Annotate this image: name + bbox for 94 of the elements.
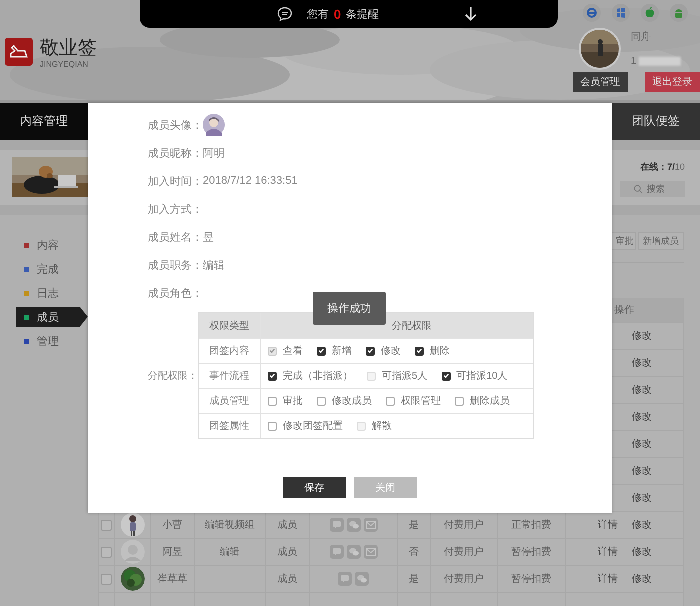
details-link[interactable]: 详情 (598, 518, 618, 532)
column-header: 权限类型 (210, 320, 250, 332)
field-label: 加入时间： (148, 174, 203, 188)
nav-tab[interactable]: 团队便签 (612, 103, 700, 140)
checkbox[interactable] (455, 396, 464, 406)
online-total: 10 (674, 162, 685, 172)
checkbox[interactable] (268, 372, 277, 380)
billing-status: 暂停扣费 (512, 572, 552, 586)
member-role: 成员 (278, 572, 298, 586)
details-link[interactable]: 详情 (598, 572, 618, 586)
field-value: 2018/7/12 16:33:51 (203, 175, 298, 187)
two-bubbles-icon[interactable] (346, 518, 360, 532)
save-button[interactable]: 保存 (283, 477, 346, 498)
field-label: 加入方式： (148, 202, 203, 216)
avatar-icon (203, 114, 225, 136)
option-label: 删除成员 (470, 394, 510, 408)
checkbox[interactable] (268, 396, 277, 406)
sidebar-item[interactable]: 完成 (16, 259, 80, 279)
permission-type: 团签属性 (210, 420, 250, 433)
table-cell-text: 否 (409, 546, 419, 559)
mail-icon[interactable] (364, 545, 378, 559)
member-group: 编辑视频组 (205, 518, 255, 532)
edit-link[interactable]: 修改 (632, 356, 652, 370)
edit-link[interactable]: 修改 (632, 491, 652, 505)
option-label: 修改 (381, 345, 401, 358)
member-role: 成员 (278, 546, 298, 559)
table-cell-text: 是 (409, 519, 419, 532)
edit-link[interactable]: 修改 (632, 518, 652, 532)
field-label: 成员头像： (148, 118, 203, 132)
field-label: 成员职务： (148, 258, 203, 272)
permission-type: 事件流程 (210, 370, 250, 383)
table-cell-text: 是 (409, 573, 419, 586)
mail-icon[interactable] (364, 518, 378, 532)
edit-link[interactable]: 修改 (632, 572, 652, 586)
two-bubbles-icon[interactable] (355, 572, 369, 586)
field-value: 昱 (203, 230, 214, 244)
permission-type: 团签内容 (210, 344, 250, 358)
option-label: 可指派10人 (456, 370, 508, 383)
option-label: 修改成员 (332, 394, 372, 408)
success-toast: 操作成功 (313, 292, 386, 325)
edit-link[interactable]: 修改 (632, 410, 652, 424)
column-header: 操作 (614, 304, 634, 317)
option-label: 删除 (430, 345, 450, 358)
option-label: 修改团签配置 (283, 420, 343, 433)
edit-link[interactable]: 修改 (632, 545, 652, 559)
sidebar-item[interactable]: 内容 (16, 235, 80, 255)
user-type: 付费用户 (444, 572, 484, 586)
sidebar-item[interactable]: 成员 (16, 307, 88, 327)
search-icon (634, 185, 643, 194)
sidebar-item[interactable]: 日志 (16, 283, 80, 303)
billing-status: 暂停扣费 (512, 546, 552, 559)
member-group: 编辑 (220, 545, 240, 559)
sidebar-item[interactable]: 管理 (16, 331, 80, 351)
edit-link[interactable]: 修改 (632, 437, 652, 451)
option-label: 审批 (283, 394, 303, 408)
checkbox[interactable] (317, 346, 326, 356)
two-bubbles-icon[interactable] (346, 545, 360, 559)
option-label: 解散 (372, 420, 392, 433)
edit-link[interactable]: 修改 (632, 329, 652, 343)
checkbox[interactable] (415, 346, 424, 356)
field-value: 阿明 (203, 146, 225, 160)
member-name: 崔草草 (158, 572, 188, 586)
checkbox[interactable] (442, 372, 451, 380)
edit-link[interactable]: 修改 (632, 464, 652, 478)
online-count: 在线：7/ (640, 162, 675, 172)
checkbox[interactable] (317, 396, 326, 406)
checkbox[interactable] (366, 346, 375, 356)
option-label: 完成（非指派） (283, 370, 353, 383)
field-value: 编辑 (203, 258, 225, 272)
field-label: 分配权限： (148, 370, 198, 382)
user-type: 付费用户 (444, 546, 484, 559)
member-role: 成员 (278, 518, 298, 532)
member-name: 阿昱 (162, 546, 182, 559)
checkbox[interactable] (386, 396, 395, 406)
field-label: 成员昵称： (148, 146, 203, 160)
option-label: 新增 (332, 344, 352, 358)
field-label: 成员角色： (148, 286, 203, 300)
checkbox[interactable] (101, 546, 112, 558)
details-link[interactable]: 详情 (598, 545, 618, 559)
option-label: 权限管理 (401, 394, 441, 408)
checkbox[interactable] (101, 520, 112, 530)
field-label: 成员姓名： (148, 230, 203, 244)
column-header: 分配权限 (392, 320, 432, 332)
checkbox[interactable] (101, 574, 112, 584)
user-type: 付费用户 (444, 518, 484, 532)
billing-status: 正常扣费 (512, 518, 552, 532)
member-name: 小曹 (162, 518, 182, 532)
search-field[interactable]: 搜索 (620, 181, 685, 197)
edit-link[interactable]: 修改 (632, 383, 652, 397)
option-label: 查看 (283, 344, 303, 358)
option-label: 可指派5人 (382, 370, 428, 383)
add-member-button[interactable]: 新增成员 (638, 232, 684, 250)
checkbox[interactable] (268, 422, 277, 430)
permission-type: 成员管理 (210, 394, 250, 408)
